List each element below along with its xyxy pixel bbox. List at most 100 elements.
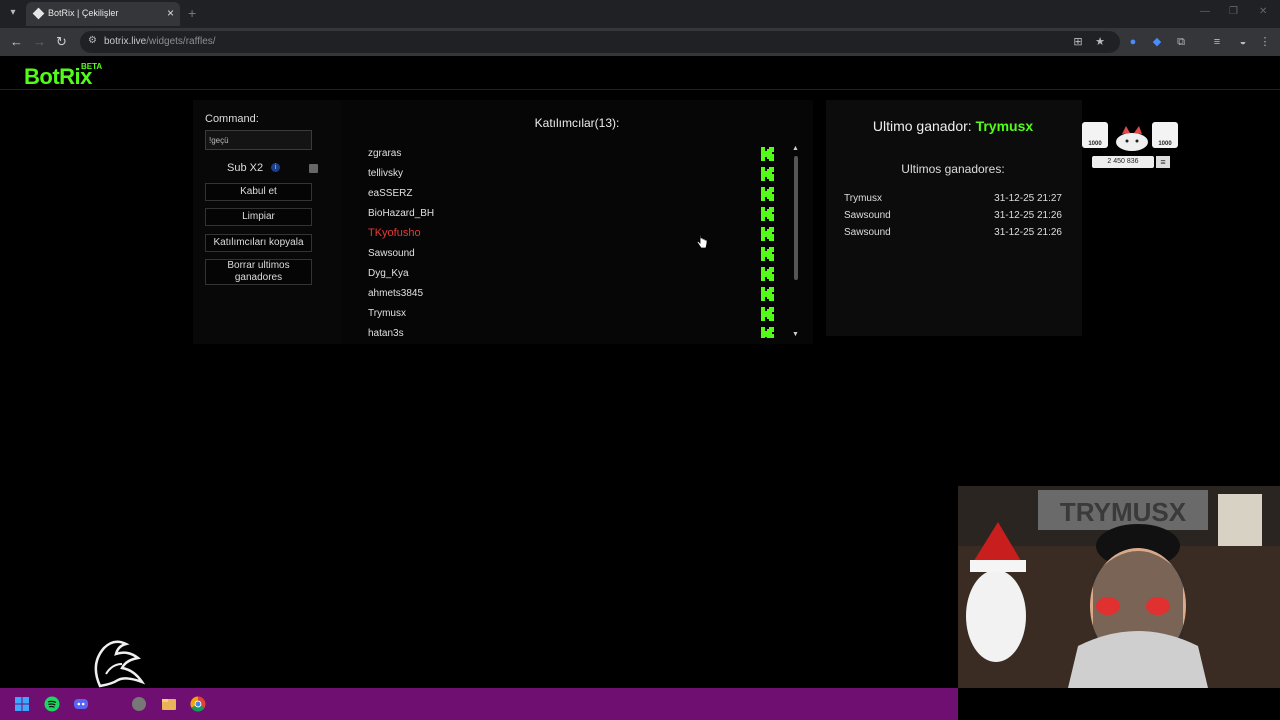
- overlay-right-card: 1000: [1152, 122, 1178, 148]
- kick-icon: [761, 227, 774, 241]
- overlay-count: 2 450 836: [1092, 156, 1154, 168]
- scroll-down-arrow-icon[interactable]: ▼: [792, 331, 799, 338]
- delete-winners-button[interactable]: Borrar ultimos ganadores: [205, 259, 312, 285]
- cat-mascot-icon: [1116, 126, 1148, 151]
- participant-row[interactable]: zgraras: [352, 144, 786, 164]
- bookmark-star-icon[interactable]: ★: [1094, 36, 1106, 48]
- kick-icon: [761, 147, 774, 161]
- participant-row[interactable]: eaSSERZ: [352, 184, 786, 204]
- webcam-feed: TRYMUSX: [958, 486, 1280, 688]
- participant-row[interactable]: ahmets3845: [352, 284, 786, 304]
- info-icon[interactable]: i: [271, 163, 280, 172]
- kick-icon: [761, 207, 774, 221]
- extension-blue-icon[interactable]: ●: [1127, 36, 1139, 48]
- participant-name: zgraras: [368, 148, 402, 159]
- chrome-icon[interactable]: [190, 696, 206, 712]
- browser-tab[interactable]: BotRix | Çekilişler ×: [26, 2, 180, 26]
- reload-icon[interactable]: ↻: [56, 34, 67, 50]
- last-winner-name: Trymusx: [975, 118, 1034, 134]
- last-winner-heading: Ultimo ganador: Trymusx: [872, 118, 1034, 134]
- discord-icon[interactable]: [73, 696, 89, 712]
- sub-x2-label: Sub X2: [227, 162, 264, 174]
- winner-date: 31-12-25 21:26: [994, 227, 1062, 238]
- winner-row: Sawsound 31-12-25 21:26: [844, 227, 1062, 243]
- dragon-logo-icon: [94, 640, 146, 688]
- spotify-icon[interactable]: [44, 696, 60, 712]
- url-text[interactable]: botrix.live/widgets/raffles/: [104, 36, 216, 47]
- kick-icon: [761, 307, 774, 321]
- stream-overlay-widget: 1000 1000 2 450 836 ≡: [1082, 122, 1180, 172]
- scroll-up-arrow-icon[interactable]: ▲: [792, 145, 799, 152]
- extension-diamond-icon[interactable]: ◆: [1151, 36, 1163, 48]
- app-icon[interactable]: [131, 696, 147, 712]
- participant-row[interactable]: Sawsound: [352, 244, 786, 264]
- page: BotRix BETA Command: Sub X2 i Kabul et L…: [0, 56, 1280, 688]
- address-bar[interactable]: ⚙ botrix.live/widgets/raffles/ ⊞ ★: [80, 31, 1120, 53]
- participant-name: Sawsound: [368, 248, 415, 259]
- participant-name: Trymusx: [368, 308, 406, 319]
- close-window-icon[interactable]: ✕: [1259, 6, 1267, 17]
- profile-icon[interactable]: ◒: [1237, 36, 1249, 48]
- winner-row: Sawsound 31-12-25 21:26: [844, 210, 1062, 226]
- address-toolbar: ← → ↻ ⚙ botrix.live/widgets/raffles/ ⊞ ★…: [0, 28, 1280, 56]
- new-tab-icon[interactable]: +: [188, 5, 196, 21]
- command-input[interactable]: [205, 130, 312, 150]
- site-info-icon[interactable]: ⚙: [88, 35, 97, 46]
- participants-title: Katılımcılar(13):: [534, 116, 620, 130]
- command-label: Command:: [205, 113, 259, 125]
- beta-badge: BETA: [81, 62, 103, 71]
- winner-row: Trymusx 31-12-25 21:27: [844, 193, 1062, 209]
- maximize-icon[interactable]: ❐: [1229, 6, 1238, 17]
- kick-icon: [761, 167, 774, 181]
- extensions-puzzle-icon[interactable]: ⧉: [1175, 36, 1187, 48]
- recent-winners-label: Ultimos ganadores:: [901, 162, 1005, 176]
- participants-scrollbar[interactable]: ▲ ▼: [790, 144, 802, 338]
- participant-name: tellivsky: [368, 168, 404, 179]
- winner-date: 31-12-25 21:26: [994, 210, 1062, 221]
- participant-row[interactable]: Trymusx: [352, 304, 786, 324]
- windows-start-icon[interactable]: [14, 696, 30, 712]
- kick-icon: [761, 267, 774, 281]
- participant-name: hatan3s: [368, 328, 404, 338]
- participant-row[interactable]: TKyofusho: [352, 224, 786, 244]
- kick-icon: [761, 187, 774, 201]
- overlay-left-card: 1000: [1082, 122, 1108, 148]
- file-explorer-icon[interactable]: [161, 696, 177, 712]
- participant-name: TKyofusho: [368, 227, 421, 239]
- minimize-icon[interactable]: —: [1200, 6, 1210, 17]
- scroll-thumb[interactable]: [794, 156, 798, 280]
- overlay-menu-icon: ≡: [1156, 156, 1170, 168]
- participant-name: ahmets3845: [368, 288, 424, 299]
- translate-icon[interactable]: ⊞: [1072, 36, 1084, 48]
- accept-button[interactable]: Kabul et: [205, 183, 312, 201]
- sub-x2-checkbox[interactable]: [309, 164, 318, 173]
- participant-name: BioHazard_BH: [368, 208, 435, 219]
- participant-row[interactable]: Dyg_Kya: [352, 264, 786, 284]
- participants-list[interactable]: zgraras tellivsky eaSSERZ BioHazard_BH TKyof…: [352, 144, 786, 338]
- tab-search-chevron-icon[interactable]: ▾: [4, 4, 22, 22]
- winner-name: Sawsound: [844, 210, 891, 221]
- taskbar: [0, 688, 958, 720]
- winner-date: 31-12-25 21:27: [994, 193, 1062, 204]
- header-divider: [0, 89, 1280, 90]
- participant-row[interactable]: hatan3s: [352, 324, 786, 338]
- back-icon[interactable]: ←: [10, 34, 23, 49]
- browser-tab-bar: ▾ BotRix | Çekilişler × + — ❐ ✕: [0, 0, 1280, 28]
- close-tab-icon[interactable]: ×: [167, 6, 174, 20]
- clear-button[interactable]: Limpiar: [205, 208, 312, 226]
- winner-name: Sawsound: [844, 227, 891, 238]
- menu-dots-icon[interactable]: ⋮: [1259, 36, 1271, 48]
- participant-row[interactable]: tellivsky: [352, 164, 786, 184]
- hand-cursor-icon: [696, 234, 708, 249]
- kick-icon: [761, 327, 774, 338]
- forward-icon[interactable]: →: [33, 34, 46, 49]
- kick-icon: [761, 247, 774, 261]
- webcam-banner-text: TRYMUSX: [1060, 497, 1187, 527]
- botrix-favicon-icon: [32, 7, 45, 20]
- winner-name: Trymusx: [844, 193, 882, 204]
- copy-participants-button[interactable]: Katılımcıları kopyala: [205, 234, 312, 252]
- participant-row[interactable]: BioHazard_BH: [352, 204, 786, 224]
- kick-icon: [761, 287, 774, 301]
- reading-list-icon[interactable]: ≡: [1211, 36, 1223, 48]
- participant-name: Dyg_Kya: [368, 268, 409, 279]
